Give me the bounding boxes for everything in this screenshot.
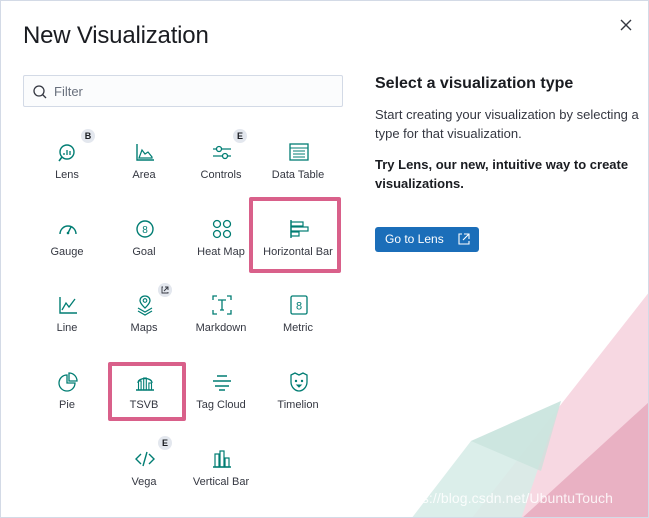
svg-text:8: 8 <box>142 225 148 236</box>
highlight-box-horizontal-bar <box>249 197 341 273</box>
filter-search-field[interactable] <box>23 75 343 107</box>
area-chart-icon <box>136 144 154 161</box>
external-link-icon <box>458 233 470 245</box>
description-panel: Select a visualization type Start creati… <box>375 75 645 193</box>
pie-chart-icon <box>58 372 78 392</box>
viz-type-tag-cloud[interactable]: Tag Cloud <box>182 362 260 424</box>
highlight-box-tsvb <box>108 362 186 421</box>
viz-type-timelion[interactable]: Timelion <box>259 362 337 424</box>
metric-icon: 8 <box>290 295 308 315</box>
viz-type-maps[interactable]: Maps <box>105 285 183 347</box>
close-icon[interactable] <box>616 15 636 35</box>
viz-type-label: Metric <box>283 322 313 334</box>
viz-type-markdown[interactable]: Markdown <box>182 285 260 347</box>
description-heading: Select a visualization type <box>375 75 574 92</box>
goal-icon: 8 <box>136 220 154 238</box>
data-table-icon <box>289 143 309 161</box>
line-chart-icon <box>59 297 77 314</box>
go-to-lens-label: Go to Lens <box>385 232 444 246</box>
viz-type-pie[interactable]: Pie <box>28 362 106 424</box>
external-link-icon <box>158 283 172 297</box>
description-text: Start creating your visualization by sel… <box>375 107 639 141</box>
gauge-icon <box>59 225 77 235</box>
viz-type-gauge[interactable]: Gauge <box>28 209 106 271</box>
svg-text:8: 8 <box>296 301 302 313</box>
lens-promo-text: Try Lens, our new, intuitive way to crea… <box>375 157 629 191</box>
search-icon <box>33 85 47 99</box>
heat-map-icon <box>212 219 232 239</box>
beta-badge: B <box>81 129 95 143</box>
viz-type-lens[interactable]: Lens <box>28 132 106 194</box>
watermark-text: https://blog.csdn.net/UbuntuTouch <box>398 490 613 506</box>
timelion-icon <box>290 372 308 392</box>
viz-type-label: Data Table <box>271 169 325 181</box>
experimental-badge: E <box>233 129 247 143</box>
tag-cloud-icon <box>213 375 231 391</box>
experimental-badge: E <box>158 436 172 450</box>
markdown-icon <box>212 295 232 315</box>
modal-title: New Visualization <box>23 22 209 49</box>
viz-type-vertical-bar[interactable]: Vertical Bar <box>182 439 260 501</box>
new-visualization-modal: New Visualization Lens B Area C <box>0 0 649 518</box>
viz-type-metric[interactable]: 8 Metric <box>259 285 337 347</box>
viz-type-goal[interactable]: 8 Goal <box>105 209 183 271</box>
vertical-bar-icon <box>213 450 231 468</box>
filter-input[interactable] <box>54 76 339 106</box>
controls-icon <box>213 145 231 160</box>
maps-icon <box>137 295 153 316</box>
viz-type-label: Timelion <box>277 399 319 411</box>
viz-type-label: Vertical Bar <box>192 476 250 488</box>
vega-icon <box>135 451 155 467</box>
viz-type-data-table[interactable]: Data Table <box>259 132 337 194</box>
viz-type-area[interactable]: Area <box>105 132 183 194</box>
viz-type-controls[interactable]: Controls <box>182 132 260 194</box>
go-to-lens-button[interactable]: Go to Lens <box>375 227 479 252</box>
viz-type-vega[interactable]: Vega <box>105 439 183 501</box>
viz-type-line[interactable]: Line <box>28 285 106 347</box>
lens-icon <box>58 144 75 162</box>
